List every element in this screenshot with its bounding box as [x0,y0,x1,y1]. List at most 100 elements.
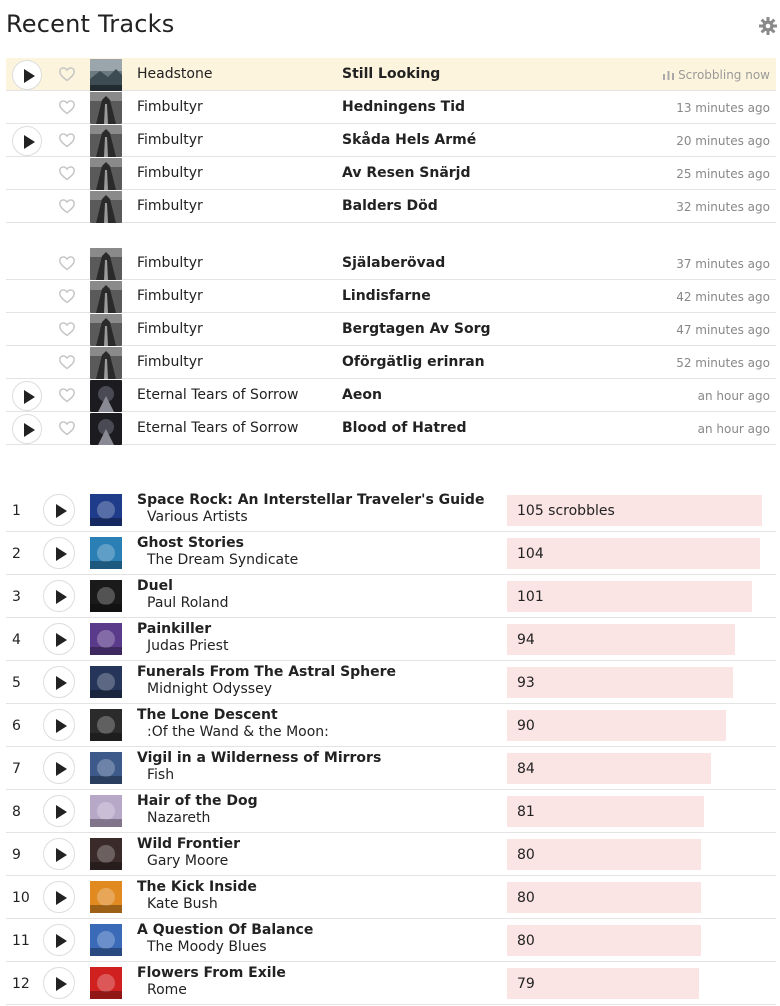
track-artist[interactable]: Rome [147,982,187,998]
track-name[interactable]: Aeon [342,387,382,403]
album-cover[interactable] [90,158,122,190]
scrobble-count-bar[interactable]: 104 [507,538,760,569]
play-button[interactable] [43,752,75,784]
album-cover[interactable] [90,59,122,91]
track-artist[interactable]: Fish [147,767,174,783]
album-cover[interactable] [90,248,122,280]
heart-icon[interactable] [58,353,76,371]
play-button[interactable] [43,709,75,741]
scrobble-count-bar[interactable]: 93 [507,667,733,698]
track-artist[interactable]: Kate Bush [147,896,218,912]
play-button[interactable] [12,60,42,90]
album-cover[interactable] [90,838,122,870]
scrobble-count-bar[interactable]: 80 [507,839,701,870]
album-cover[interactable] [90,623,122,655]
track-artist[interactable]: Gary Moore [147,853,228,869]
heart-icon[interactable] [58,197,76,215]
album-cover[interactable] [90,314,122,346]
track-title[interactable]: Flowers From Exile [137,965,286,981]
track-name[interactable]: Blood of Hatred [342,420,466,436]
play-button[interactable] [43,494,75,526]
track-title[interactable]: Hair of the Dog [137,793,258,809]
track-artist[interactable]: Midnight Odyssey [147,681,272,697]
play-button[interactable] [12,381,42,411]
track-artist[interactable]: Headstone [137,66,212,82]
album-cover[interactable] [90,537,122,569]
track-title[interactable]: The Lone Descent [137,707,278,723]
track-title[interactable]: A Question Of Balance [137,922,313,938]
heart-icon[interactable] [58,65,76,83]
track-name[interactable]: Själaberövad [342,255,445,271]
album-cover[interactable] [90,413,122,445]
track-artist[interactable]: Fimbultyr [137,165,203,181]
track-artist[interactable]: Fimbultyr [137,99,203,115]
play-button[interactable] [43,623,75,655]
heart-icon[interactable] [58,98,76,116]
album-cover[interactable] [90,881,122,913]
track-artist[interactable]: The Moody Blues [147,939,267,955]
scrobble-count-bar[interactable]: 81 [507,796,704,827]
track-name[interactable]: Lindisfarne [342,288,431,304]
album-cover[interactable] [90,924,122,956]
track-name[interactable]: Oförgätlig erinran [342,354,485,370]
track-title[interactable]: The Kick Inside [137,879,257,895]
album-cover[interactable] [90,281,122,313]
play-button[interactable] [12,126,42,156]
track-name[interactable]: Av Resen Snärjd [342,165,471,181]
album-cover[interactable] [90,666,122,698]
scrobble-count-bar[interactable]: 84 [507,753,711,784]
track-artist[interactable]: Fimbultyr [137,132,203,148]
track-artist[interactable]: Eternal Tears of Sorrow [137,387,299,403]
track-name[interactable]: Balders Död [342,198,438,214]
track-artist[interactable]: The Dream Syndicate [147,552,298,568]
play-button[interactable] [43,881,75,913]
track-title[interactable]: Funerals From The Astral Sphere [137,664,396,680]
track-name[interactable]: Skåda Hels Armé [342,132,476,148]
heart-icon[interactable] [58,131,76,149]
scrobble-count-bar[interactable]: 105 scrobbles [507,495,762,526]
heart-icon[interactable] [58,419,76,437]
track-title[interactable]: Space Rock: An Interstellar Traveler's G… [137,492,484,508]
album-cover[interactable] [90,347,122,379]
heart-icon[interactable] [58,287,76,305]
album-cover[interactable] [90,494,122,526]
scrobble-count-bar[interactable]: 90 [507,710,726,741]
track-artist[interactable]: Fimbultyr [137,288,203,304]
play-button[interactable] [43,838,75,870]
track-artist[interactable]: Fimbultyr [137,321,203,337]
play-button[interactable] [43,580,75,612]
track-artist[interactable]: Nazareth [147,810,210,826]
track-title[interactable]: Duel [137,578,173,594]
track-title[interactable]: Vigil in a Wilderness of Mirrors [137,750,381,766]
scrobble-count-bar[interactable]: 101 [507,581,752,612]
album-cover[interactable] [90,380,122,412]
album-cover[interactable] [90,92,122,124]
track-artist[interactable]: Fimbultyr [137,354,203,370]
heart-icon[interactable] [58,386,76,404]
album-cover[interactable] [90,709,122,741]
track-artist[interactable]: Fimbultyr [137,255,203,271]
heart-icon[interactable] [58,164,76,182]
album-cover[interactable] [90,795,122,827]
track-artist[interactable]: Paul Roland [147,595,229,611]
track-artist[interactable]: Eternal Tears of Sorrow [137,420,299,436]
track-name[interactable]: Hedningens Tid [342,99,465,115]
heart-icon[interactable] [58,320,76,338]
heart-icon[interactable] [58,254,76,272]
album-cover[interactable] [90,967,122,999]
album-cover[interactable] [90,580,122,612]
album-cover[interactable] [90,125,122,157]
track-artist[interactable]: Various Artists [147,509,248,525]
scrobble-count-bar[interactable]: 79 [507,968,699,999]
play-button[interactable] [43,924,75,956]
album-cover[interactable] [90,752,122,784]
track-artist[interactable]: :Of the Wand & the Moon: [147,724,329,740]
play-button[interactable] [43,537,75,569]
play-button[interactable] [43,795,75,827]
scrobble-count-bar[interactable]: 80 [507,925,701,956]
play-button[interactable] [43,967,75,999]
album-cover[interactable] [90,191,122,223]
scrobble-count-bar[interactable]: 94 [507,624,735,655]
track-artist[interactable]: Judas Priest [147,638,228,654]
track-name[interactable]: Bergtagen Av Sorg [342,321,491,337]
